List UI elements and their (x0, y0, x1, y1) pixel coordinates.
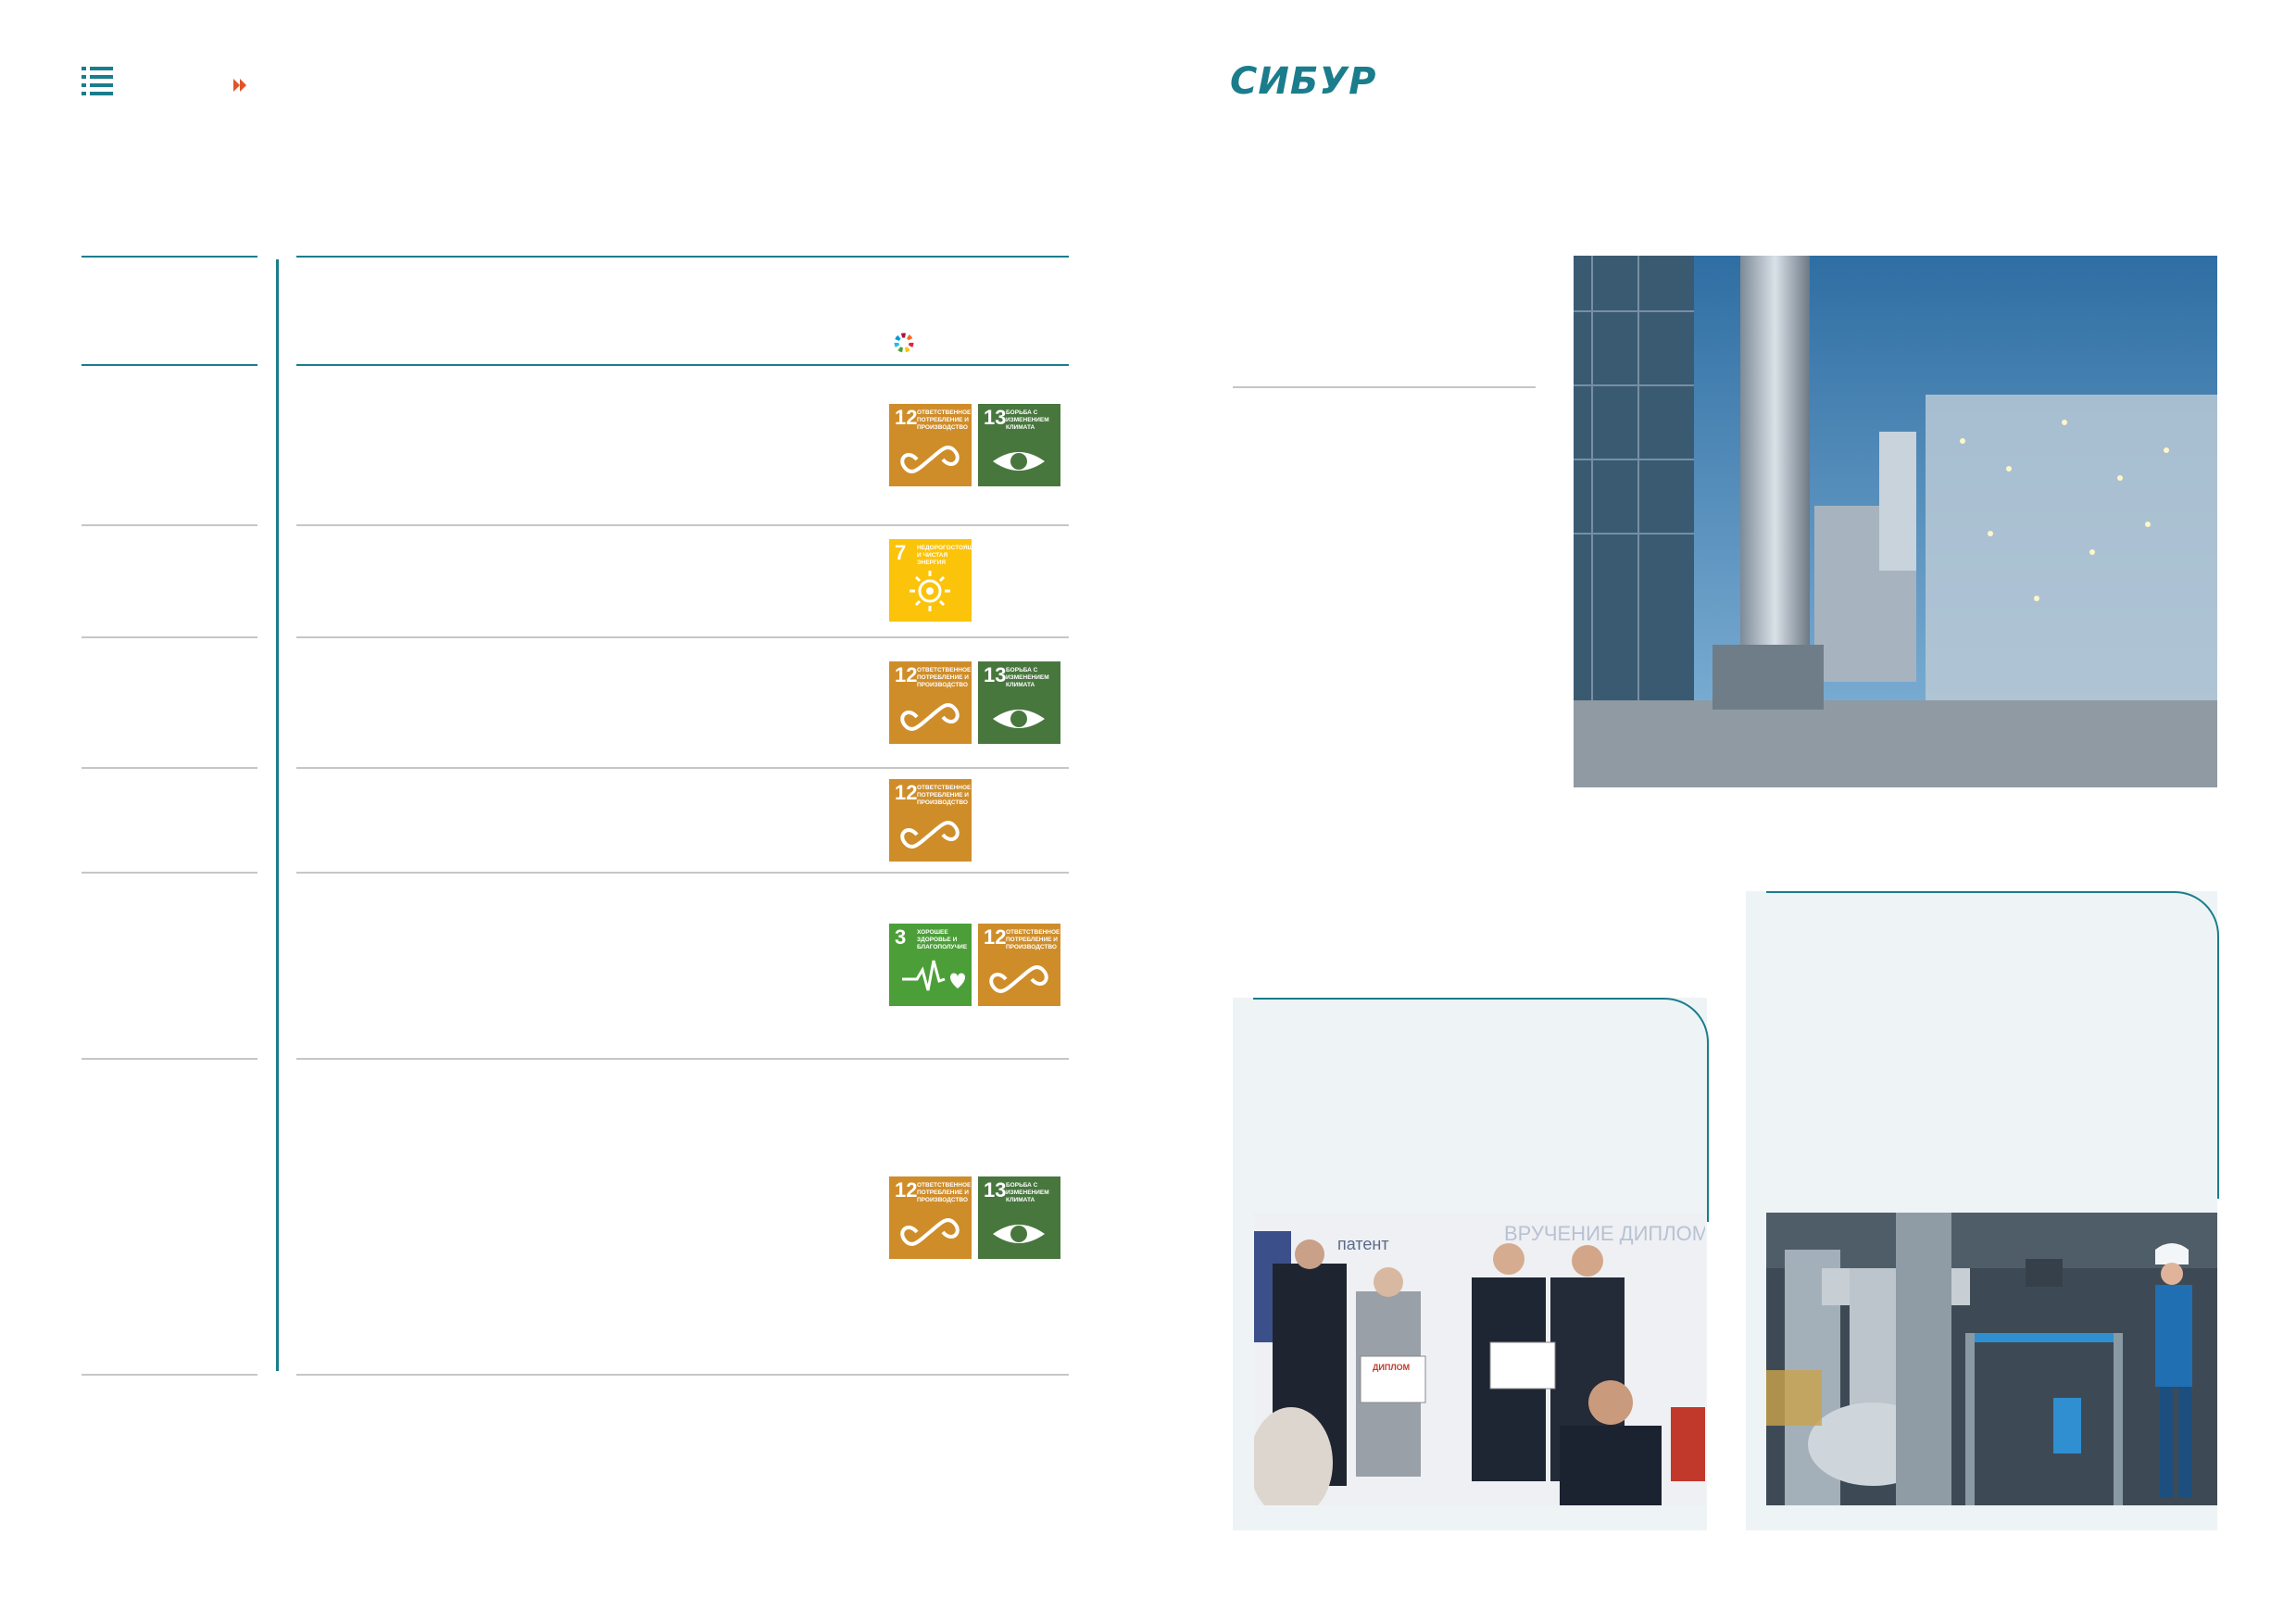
table-bottom-rule-right (296, 1374, 1069, 1376)
row-separator-left (82, 636, 257, 638)
svg-text:ДИПЛОМ: ДИПЛОМ (1373, 1363, 1410, 1372)
sdg-7-tile: 7 Недорогостоящая и чистая энергия (889, 539, 972, 622)
table-bottom-rule-left (82, 1374, 257, 1376)
row-separator-right (296, 767, 1069, 769)
plant-worker-photo (1766, 1213, 2217, 1505)
row-separator-right (296, 524, 1069, 526)
eye-globe-icon (993, 452, 1045, 471)
row-separator-left (82, 524, 257, 526)
sidebar-rule (1233, 386, 1536, 388)
eye-globe-icon (993, 1225, 1045, 1243)
infinity-icon (900, 1218, 960, 1246)
row-separator-left (82, 872, 257, 874)
table-header-rule-right (296, 364, 1069, 366)
sdg-12-tile: 12 Ответственное потребление и производс… (978, 924, 1060, 1006)
svg-text:ВРУЧЕНИЕ ДИПЛОМ ЕРАМ ОБЩЕСТВ: ВРУЧЕНИЕ ДИПЛОМ ЕРАМ ОБЩЕСТВ (1504, 1222, 1705, 1245)
sun-power-icon (910, 571, 950, 611)
sdg-color-wheel-icon (894, 333, 914, 353)
eye-globe-icon (993, 710, 1045, 728)
infinity-icon (900, 446, 960, 473)
petrochemical-plant-photo (1574, 256, 2217, 787)
sdg-13-tile: 13 Борьба с изменением климата (978, 661, 1060, 744)
row-separator-left (82, 767, 257, 769)
menu-icon[interactable] (82, 67, 113, 95)
sdg-12-tile: 12 Ответственное потребление и производс… (889, 661, 972, 744)
row-separator-right (296, 1058, 1069, 1060)
award-card-border (1253, 998, 1709, 1222)
row-separator-left (82, 1058, 257, 1060)
award-ceremony-photo: патент ВРУЧЕНИЕ ДИПЛОМ ЕРАМ ОБЩЕСТВ ДИПЛ… (1254, 1213, 1705, 1505)
row-separator-right (296, 636, 1069, 638)
infinity-icon (900, 703, 960, 731)
row-separator-right (296, 872, 1069, 874)
table-top-rule-right (296, 256, 1069, 258)
sdg-3-tile: 3 Хорошее здоровье и благополучие (889, 924, 972, 1006)
table-column-divider (276, 259, 279, 1371)
sdg-12-tile: 12 Ответственное потребление и производс… (889, 404, 972, 486)
sdg-13-tile: 13 Борьба с изменением климата (978, 1176, 1060, 1259)
sdg-12-tile: 12 Ответственное потребление и производс… (889, 779, 972, 862)
table-top-rule-left (82, 256, 257, 258)
sdg-12-tile: 12 Ответственное потребление и производс… (889, 1176, 972, 1259)
infinity-icon (989, 965, 1048, 993)
sdg-13-tile: 13 Борьба с изменением климата (978, 404, 1060, 486)
sibur-logo[interactable]: СИБУР (1230, 63, 1376, 100)
table-header-rule-left (82, 364, 257, 366)
svg-text:патент: патент (1337, 1235, 1389, 1253)
double-chevron-right-icon[interactable] (233, 79, 248, 92)
infinity-icon (900, 821, 960, 849)
heartbeat-icon (902, 960, 965, 991)
worker-card-border (1766, 891, 2219, 1199)
